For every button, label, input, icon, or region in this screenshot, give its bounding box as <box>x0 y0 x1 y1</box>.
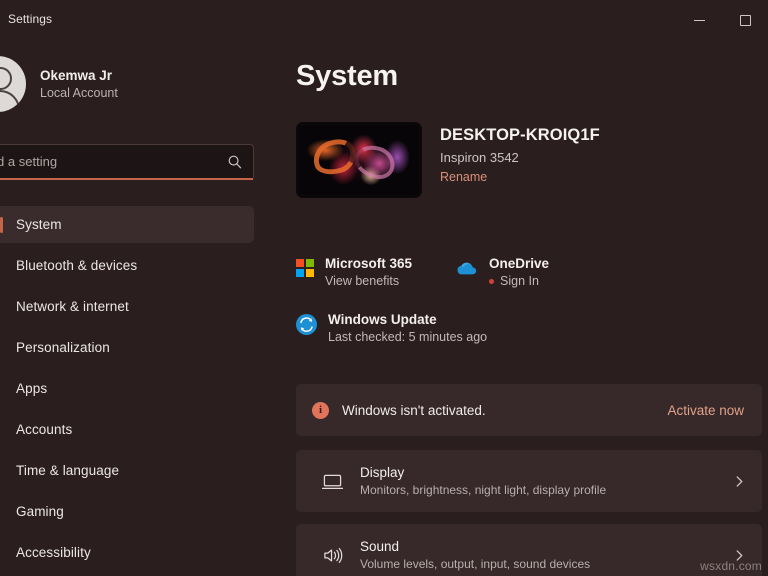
chevron-right-icon <box>732 474 746 489</box>
settings-card-subtitle: Monitors, brightness, night light, displ… <box>360 483 732 497</box>
sidebar-item-network-internet[interactable]: Network & internet <box>0 288 288 325</box>
activation-banner-left: i Windows isn't activated. <box>312 402 667 419</box>
onedrive-text: OneDrive Sign In <box>489 256 549 288</box>
sidebar-item-label: Accessibility <box>16 545 91 560</box>
sidebar-item-label: Apps <box>16 381 47 396</box>
activation-banner-text: Windows isn't activated. <box>342 403 486 418</box>
microsoft365-title: Microsoft 365 <box>325 256 412 271</box>
sidebar-item-accounts[interactable]: Accounts <box>0 411 288 448</box>
sidebar-item-personalization[interactable]: Personalization <box>0 329 288 366</box>
minimize-icon <box>694 20 705 21</box>
window-title: Settings <box>8 12 52 26</box>
sidebar-item-accessibility[interactable]: Accessibility <box>0 534 288 571</box>
onedrive-entry[interactable]: OneDrive Sign In <box>454 256 549 288</box>
page-title: System <box>296 60 398 93</box>
windows-update-entry[interactable]: Windows Update Last checked: 5 minutes a… <box>296 312 762 344</box>
sidebar-nav: System Bluetooth & devices Network & int… <box>0 206 288 575</box>
settings-card-sound[interactable]: Sound Volume levels, output, input, soun… <box>296 524 762 576</box>
sidebar-item-time-language[interactable]: Time & language <box>0 452 288 489</box>
windows-update-status: Last checked: 5 minutes ago <box>328 330 487 344</box>
minimize-button[interactable] <box>676 0 722 40</box>
sidebar-item-bluetooth-devices[interactable]: Bluetooth & devices <box>0 247 288 284</box>
window-controls <box>676 0 768 40</box>
sidebar-item-label: Network & internet <box>16 299 129 314</box>
account-type: Local Account <box>40 86 118 100</box>
sidebar-item-label: Bluetooth & devices <box>16 258 137 273</box>
rename-link[interactable]: Rename <box>440 170 487 184</box>
sidebar-item-label: Time & language <box>16 463 119 478</box>
device-summary: DESKTOP-KROIQ1F Inspiron 3542 Rename <box>296 122 600 198</box>
main-content: System DESKTOP-KROIQ1F Inspiron 3542 Ren… <box>288 40 768 576</box>
onedrive-signin-link[interactable]: Sign In <box>489 274 549 288</box>
microsoft365-entry[interactable]: Microsoft 365 View benefits <box>296 256 454 288</box>
activation-banner[interactable]: i Windows isn't activated. Activate now <box>296 384 762 436</box>
speaker-icon <box>318 546 346 565</box>
services-section: Microsoft 365 View benefits OneDrive Sig… <box>296 256 762 344</box>
sidebar-item-label: Accounts <box>16 422 72 437</box>
onedrive-title: OneDrive <box>489 256 549 271</box>
sidebar-item-label: System <box>16 217 62 232</box>
windows-update-title: Windows Update <box>328 312 487 327</box>
monitor-icon <box>318 472 346 491</box>
settings-card-title: Sound <box>360 539 732 554</box>
services-row: Microsoft 365 View benefits OneDrive Sig… <box>296 256 762 288</box>
device-info: DESKTOP-KROIQ1F Inspiron 3542 Rename <box>440 122 600 184</box>
info-icon: i <box>312 402 329 419</box>
sidebar: Okemwa Jr Local Account System Bluetooth… <box>0 40 288 576</box>
settings-card-subtitle: Volume levels, output, input, sound devi… <box>360 557 732 571</box>
account-card[interactable]: Okemwa Jr Local Account <box>0 56 260 112</box>
microsoft-logo-icon <box>296 259 314 277</box>
account-text: Okemwa Jr Local Account <box>40 68 118 100</box>
device-name: DESKTOP-KROIQ1F <box>440 126 600 145</box>
search-icon[interactable] <box>227 154 243 170</box>
watermark: wsxdn.com <box>700 559 762 573</box>
maximize-icon <box>740 15 751 26</box>
sidebar-item-apps[interactable]: Apps <box>0 370 288 407</box>
settings-card-sound-body: Sound Volume levels, output, input, soun… <box>360 539 732 571</box>
desktop-wallpaper-thumbnail <box>296 122 422 198</box>
settings-card-title: Display <box>360 465 732 480</box>
microsoft365-text: Microsoft 365 View benefits <box>325 256 412 288</box>
windows-update-text: Windows Update Last checked: 5 minutes a… <box>328 312 487 344</box>
sidebar-item-gaming[interactable]: Gaming <box>0 493 288 530</box>
sidebar-item-label: Gaming <box>16 504 64 519</box>
search-input[interactable] <box>0 154 227 169</box>
onedrive-cloud-icon <box>454 259 478 281</box>
sidebar-item-system[interactable]: System <box>0 206 254 243</box>
activate-now-link[interactable]: Activate now <box>667 403 744 418</box>
account-name: Okemwa Jr <box>40 68 118 83</box>
settings-card-display[interactable]: Display Monitors, brightness, night ligh… <box>296 450 762 512</box>
microsoft365-link[interactable]: View benefits <box>325 274 412 288</box>
person-avatar-icon <box>0 56 26 112</box>
maximize-button[interactable] <box>722 0 768 40</box>
update-sync-icon <box>296 314 317 335</box>
settings-card-display-body: Display Monitors, brightness, night ligh… <box>360 465 732 497</box>
device-model: Inspiron 3542 <box>440 150 600 165</box>
title-bar: Settings <box>0 0 768 40</box>
settings-window: Settings Okemwa Jr Local Account <box>0 0 768 576</box>
search-box[interactable] <box>0 144 254 178</box>
sidebar-item-label: Personalization <box>16 340 110 355</box>
